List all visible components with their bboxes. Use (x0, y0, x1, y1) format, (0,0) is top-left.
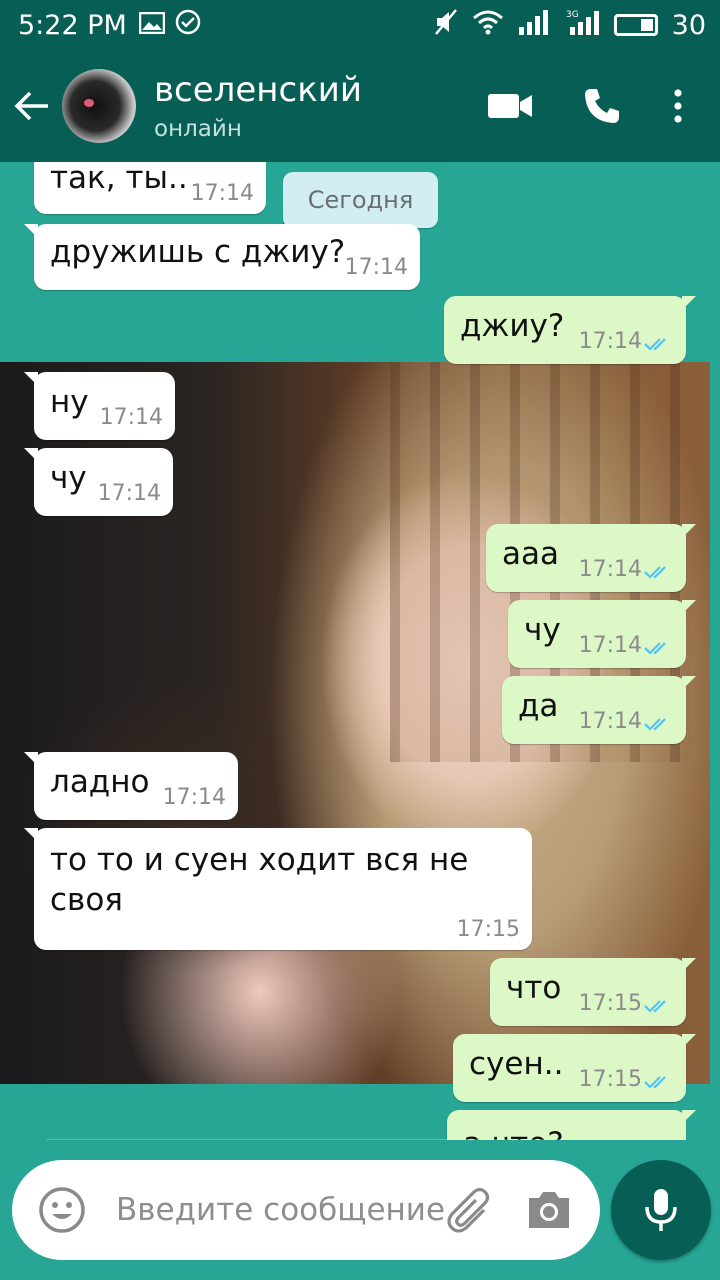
read-ticks-icon (644, 1000, 666, 1013)
phone-icon (585, 89, 619, 123)
message-time: 17:14 (578, 557, 642, 582)
more-vert-icon (674, 89, 682, 123)
svg-text:3G: 3G (566, 10, 579, 20)
message-text: чу (50, 460, 87, 496)
image-icon (138, 10, 166, 41)
message-time: 17:14 (99, 405, 163, 430)
mute-icon (434, 8, 458, 43)
microphone-icon (645, 1189, 677, 1231)
message-bubble[interactable]: а что? (447, 1110, 696, 1140)
message-time: 17:14 (162, 785, 226, 810)
message-bubble[interactable]: чу 17:14 (508, 600, 696, 668)
message-bubble[interactable]: так, ты.. 17:14 (34, 162, 266, 214)
status-time: 5:22 PM (18, 9, 127, 41)
message-text: ну (50, 384, 89, 420)
check-circle-icon (175, 9, 201, 42)
message-text: чу (524, 612, 561, 648)
message-bubble[interactable]: джиу? 17:14 (444, 296, 696, 364)
arrow-back-icon (14, 91, 48, 121)
avatar[interactable] (62, 69, 136, 143)
message-text: да (518, 688, 559, 724)
message-time: 17:15 (578, 991, 642, 1016)
message-text-line: то то и суен ходит вся не (50, 842, 469, 878)
contact-status: онлайн (154, 116, 242, 142)
message-composer (12, 1160, 600, 1260)
message-time: 17:14 (578, 329, 642, 354)
message-text: то то и суен ходит вся не своя (50, 840, 468, 920)
message-text: а что? (463, 1124, 564, 1140)
video-call-button[interactable] (486, 50, 534, 162)
read-ticks-icon (644, 642, 666, 655)
back-button[interactable] (2, 50, 62, 162)
message-bubble[interactable]: чу 17:14 (24, 448, 173, 516)
message-time: 17:15 (578, 1067, 642, 1092)
message-bubble[interactable]: ладно 17:14 (24, 752, 238, 820)
read-ticks-icon (644, 1076, 666, 1089)
message-bubble[interactable]: что 17:15 (490, 958, 696, 1026)
divider (46, 1139, 686, 1140)
message-text: так, ты.. (50, 162, 188, 196)
message-bubble[interactable]: суен.. 17:15 (453, 1034, 696, 1102)
status-bar: 5:22 PM 3G 30 (0, 0, 720, 50)
signal-icon (518, 9, 552, 42)
contact-info[interactable]: вселенский онлайн (154, 70, 362, 142)
voice-message-button[interactable] (611, 1160, 711, 1260)
camera-button[interactable] (525, 1186, 573, 1238)
attach-button[interactable] (444, 1186, 494, 1240)
message-time: 17:14 (190, 181, 254, 206)
message-text: дружишь с джиу? (50, 234, 346, 270)
message-text: что (506, 970, 562, 1006)
message-time: 17:14 (578, 633, 642, 658)
read-ticks-icon (644, 338, 666, 351)
chat-header: вселенский онлайн (0, 50, 720, 162)
message-bubble[interactable]: то то и суен ходит вся не своя 17:15 (24, 828, 532, 950)
message-time: 17:14 (578, 709, 642, 734)
chat-area[interactable]: так, ты.. 17:14 Сегодня дружишь с джиу? … (0, 162, 720, 1140)
video-call-icon (488, 94, 532, 118)
message-text-line: своя (50, 882, 123, 918)
read-ticks-icon (644, 718, 666, 731)
message-text: ааа (502, 536, 559, 572)
message-input[interactable] (116, 1192, 456, 1228)
emoji-button[interactable] (38, 1186, 86, 1234)
voice-call-button[interactable] (582, 50, 622, 162)
emoji-icon (39, 1187, 85, 1233)
message-time: 17:15 (456, 917, 520, 942)
message-time: 17:14 (344, 255, 408, 280)
message-bubble[interactable]: да 17:14 (502, 676, 696, 744)
message-bubble[interactable]: ааа 17:14 (486, 524, 696, 592)
message-bubble[interactable]: ну 17:14 (24, 372, 175, 440)
message-bubble[interactable]: дружишь с джиу? 17:14 (24, 224, 420, 290)
message-text: джиу? (460, 308, 565, 344)
more-options-button[interactable] (672, 50, 684, 162)
message-text: ладно (50, 764, 150, 800)
battery-icon (613, 14, 658, 36)
contact-name: вселенский (154, 70, 362, 110)
message-text: суен.. (469, 1046, 564, 1082)
camera-icon (529, 1192, 569, 1228)
battery-level: 30 (671, 9, 706, 41)
paperclip-icon (447, 1187, 490, 1233)
signal-3g-icon: 3G (566, 9, 600, 42)
message-time: 17:14 (97, 481, 161, 506)
read-ticks-icon (644, 566, 666, 579)
wifi-icon (472, 9, 504, 42)
date-chip: Сегодня (283, 172, 438, 228)
